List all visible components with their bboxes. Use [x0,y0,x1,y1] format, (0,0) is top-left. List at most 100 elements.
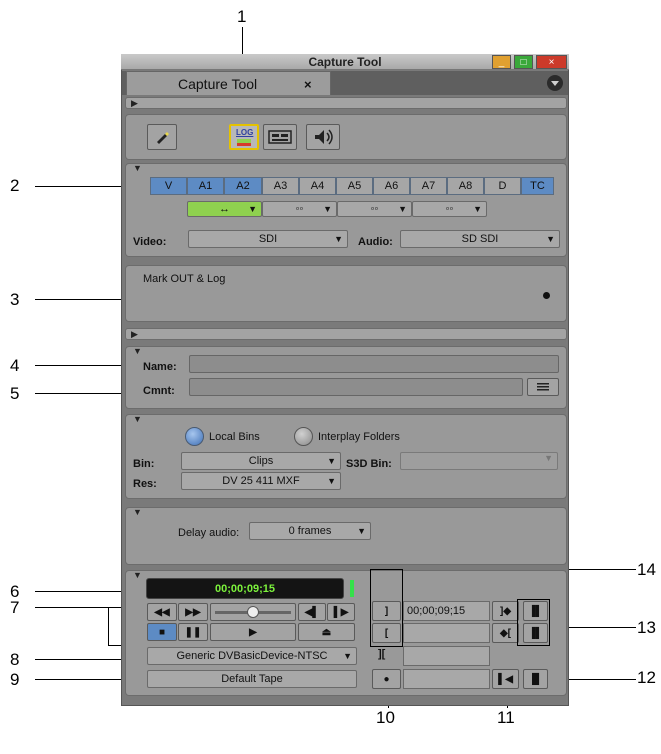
shuttle-knob[interactable] [247,606,259,618]
audio-link-a3a4-dropdown[interactable]: ◦◦ ▼ [262,201,337,217]
bin-label: Bin: [133,458,155,470]
callout-13: 13 [637,618,656,637]
status-message: Mark OUT & Log [143,273,226,285]
log-label: LOG [236,128,254,137]
panel-menu-icon[interactable] [547,75,563,91]
track-a7-button[interactable]: A7 [410,177,447,195]
comment-list-button[interactable] [527,378,559,396]
duration-timecode [403,646,490,666]
collapse-triangle-icon[interactable]: ▼ [133,507,142,517]
capture-log-mode-button[interactable]: LOG [229,124,259,150]
deck-device-dropdown[interactable]: Generic DVBasicDevice-NTSC ▼ [147,647,357,665]
pen-icon [157,132,169,144]
minimize-button[interactable]: _ [492,55,511,69]
play-button[interactable]: ▶ [210,623,296,641]
track-tc-button[interactable]: TC [521,177,554,195]
callout-line-3 [35,299,125,300]
callout-3: 3 [10,290,20,309]
resolution-value: DV 25 411 MXF [222,475,300,487]
fast-forward-button[interactable]: ▶▶ [178,603,208,621]
toggle-source-button[interactable] [147,124,177,150]
callout-12: 12 [637,668,656,687]
duration-icon: ][ [378,648,386,660]
stop-button[interactable]: ■ [147,623,177,641]
callout-2: 2 [10,176,20,195]
delay-audio-dropdown[interactable]: 0 frames ▼ [249,522,371,540]
comment-input[interactable] [189,378,523,396]
clip-name-input[interactable] [189,355,559,373]
expand-triangle-icon: ▶ [131,329,138,339]
name-label: Name: [143,361,177,373]
go-to-start-button[interactable]: ▌◀ [492,669,519,689]
clear-both-button[interactable]: █ [523,669,548,689]
tab-close-icon[interactable]: × [304,77,312,92]
rewind-button[interactable]: ◀◀ [147,603,177,621]
track-a8-button[interactable]: A8 [447,177,484,195]
fast-forward-icon: ▶▶ [185,607,201,618]
audio-input-value: SD SDI [461,233,499,245]
collapse-triangle-icon[interactable]: ▼ [133,570,142,580]
track-a6-button[interactable]: A6 [373,177,410,195]
capture-icon: ● [383,674,390,685]
go-to-in-icon: ]◆ [499,606,512,617]
link-group-1: ↔ [219,203,230,215]
track-v-button[interactable]: V [150,177,187,195]
mark-out-timecode[interactable] [403,623,490,643]
pause-button[interactable]: ❚❚ [178,623,208,641]
interplay-folders-label: Interplay Folders [318,431,400,443]
callout-4: 4 [10,356,20,375]
track-a1-button[interactable]: A1 [187,177,224,195]
timecode-display: 00;00;09;15 [146,578,344,599]
deck-device-value: Generic DVBasicDevice-NTSC [176,650,328,662]
play-icon: ▶ [249,627,257,638]
track-a3-button[interactable]: A3 [262,177,299,195]
local-bins-radio[interactable] [185,427,204,446]
audio-input-dropdown[interactable]: SD SDI ▼ [400,230,560,248]
s3d-bin-label: S3D Bin: [346,458,392,470]
eject-icon: ⏏ [321,627,332,638]
tape-name-button[interactable]: Default Tape [147,670,357,688]
tab-label: Capture Tool [178,76,258,92]
track-a5-button[interactable]: A5 [336,177,373,195]
link-group-2: ◦◦ [295,203,304,215]
callout-9: 9 [10,670,20,689]
callout-line-7-bracket [108,607,109,646]
bin-value: Clips [248,455,274,467]
list-icon [537,383,549,391]
track-a4-button[interactable]: A4 [299,177,336,195]
shuttle-slider[interactable] [210,603,296,621]
collapse-triangle-icon[interactable]: ▼ [133,346,142,356]
audio-link-a1a2-dropdown[interactable]: ↔ ▼ [187,201,262,217]
audio-link-a7a8-dropdown[interactable]: ◦◦ ▼ [412,201,487,217]
maximize-button[interactable]: □ [514,55,533,69]
collapse-triangle-icon[interactable]: ▼ [133,414,142,424]
close-button[interactable]: × [536,55,567,69]
s3d-bin-dropdown[interactable]: ▼ [400,452,558,470]
video-input-dropdown[interactable]: SDI ▼ [188,230,348,248]
deck-config-button[interactable] [263,124,297,150]
step-forward-button[interactable]: ▌▶ [327,603,355,621]
capture-button[interactable]: ● [372,669,401,689]
step-back-button[interactable]: ◀▌ [298,603,326,621]
collapsed-section-2[interactable]: ▶ [125,328,567,340]
callout-line-4 [35,365,135,366]
video-input-value: SDI [258,233,278,245]
go-to-out-button[interactable]: ◆[ [492,623,519,643]
collapse-triangle-icon[interactable]: ▼ [133,163,142,173]
track-a2-button[interactable]: A2 [224,177,262,195]
go-to-in-button[interactable]: ]◆ [492,601,519,621]
track-d-button[interactable]: D [484,177,521,195]
mark-in-timecode[interactable]: 00;00;09;15 [403,601,490,621]
audio-link-a5a6-dropdown[interactable]: ◦◦ ▼ [337,201,412,217]
deck-status-indicator [350,580,354,597]
interplay-folders-radio[interactable] [294,427,313,446]
resolution-dropdown[interactable]: DV 25 411 MXF ▼ [181,472,341,490]
callout-box-14 [370,569,403,647]
callout-1: 1 [237,7,247,26]
delay-audio-value: 0 frames [288,525,332,537]
collapsed-section-1[interactable]: ▶ [125,97,567,109]
link-group-4: ◦◦ [445,203,454,215]
bin-dropdown[interactable]: Clips ▼ [181,452,341,470]
eject-button[interactable]: ⏏ [298,623,355,641]
audio-tool-button[interactable] [306,124,340,150]
